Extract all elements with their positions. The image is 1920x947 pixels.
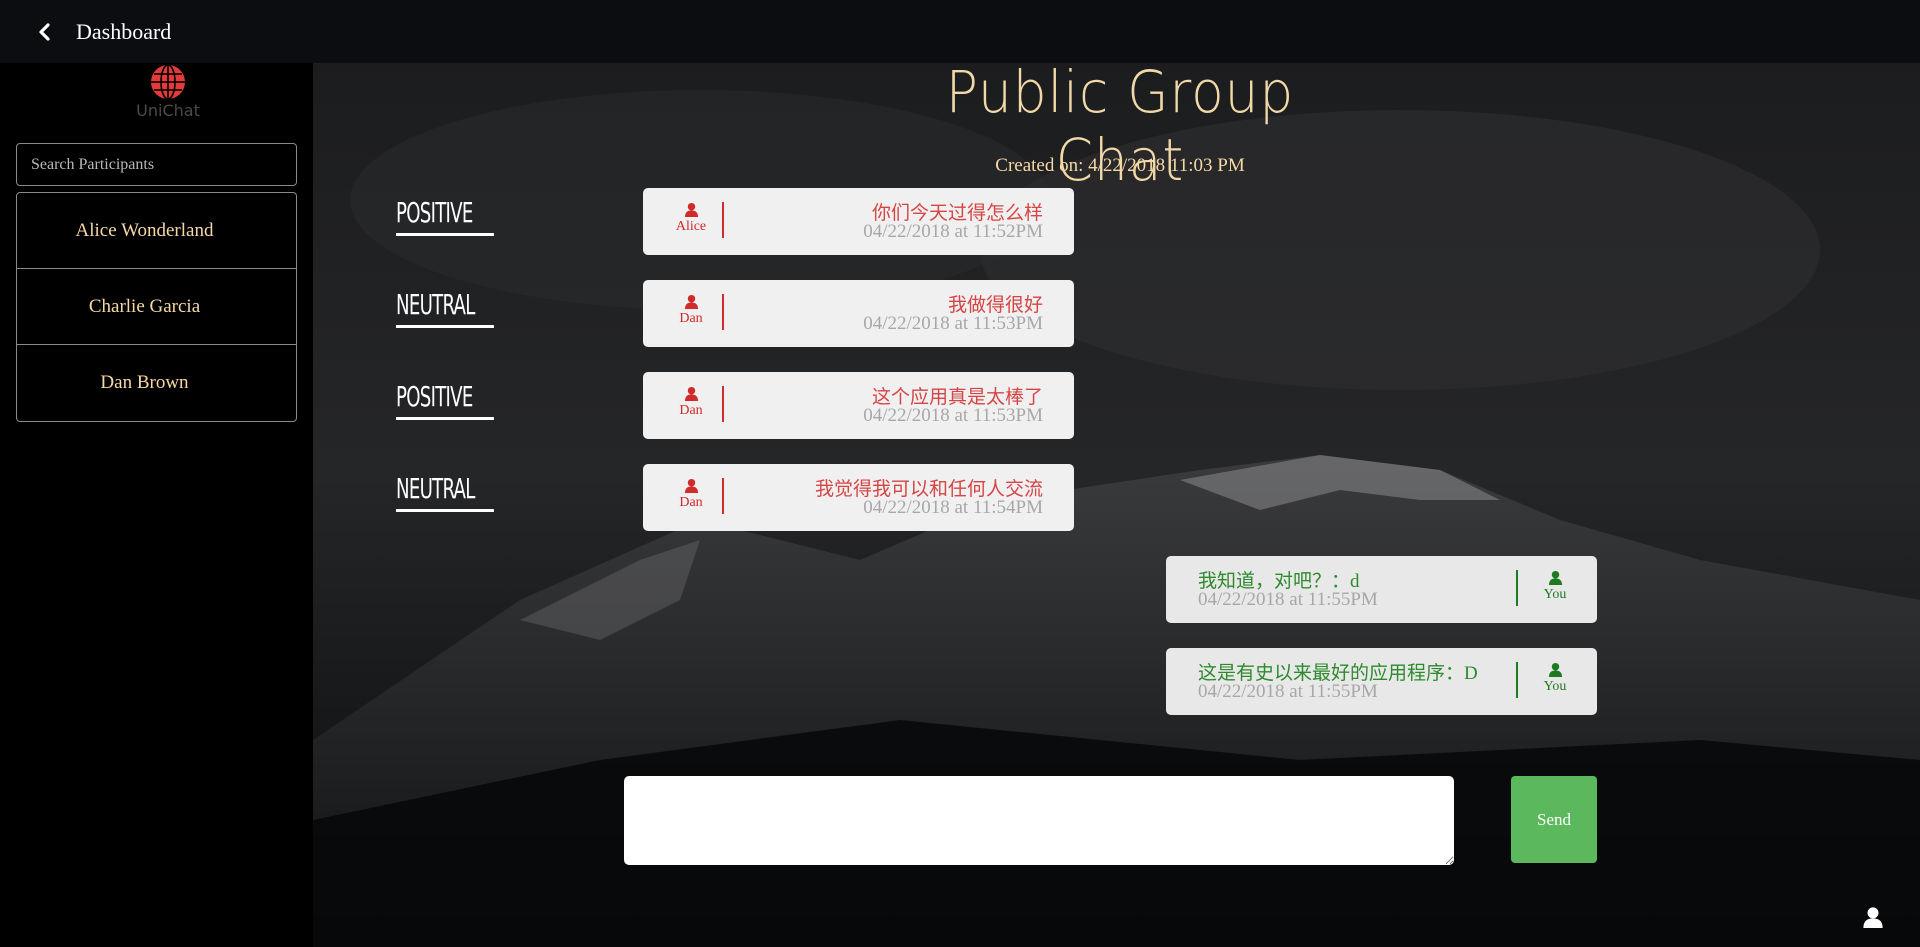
message-time: 04/22/2018 at 11:53PM <box>863 405 1043 426</box>
sender: Dan <box>671 386 711 419</box>
message-bubble-self: 这是有史以来最好的应用程序：D 04/22/2018 at 11:55PM Yo… <box>1166 648 1597 715</box>
search-participants-input[interactable] <box>16 143 297 186</box>
user-icon <box>684 386 698 401</box>
message-time: 04/22/2018 at 11:55PM <box>1198 681 1378 702</box>
top-bar: Dashboard <box>0 0 1920 63</box>
message-time: 04/22/2018 at 11:54PM <box>863 497 1043 518</box>
message-time: 04/22/2018 at 11:55PM <box>1198 589 1378 610</box>
message-time: 04/22/2018 at 11:52PM <box>863 221 1043 242</box>
user-icon <box>1548 662 1562 677</box>
sender: You <box>1535 570 1575 603</box>
user-icon <box>684 202 698 217</box>
message-bubble: Alice 你们今天过得怎么样 04/22/2018 at 11:52PM <box>643 188 1074 255</box>
send-button[interactable]: Send <box>1511 776 1597 863</box>
sender-name: Dan <box>679 403 703 418</box>
message-bubble: Dan 我觉得我可以和任何人交流 04/22/2018 at 11:54PM <box>643 464 1074 531</box>
message-divider <box>722 478 724 514</box>
sentiment-label: POSITIVE <box>396 377 494 420</box>
sender-name: Alice <box>675 219 707 234</box>
sender-name: You <box>1543 587 1567 602</box>
sender-name: Dan <box>679 311 703 326</box>
participant-list: Alice Wonderland Charlie Garcia Dan Brow… <box>16 192 297 422</box>
message-bubble-self: 我知道，对吧？：d 04/22/2018 at 11:55PM You <box>1166 556 1597 623</box>
participant-item[interactable]: Dan Brown <box>17 345 296 421</box>
sidebar: UniChat Alice Wonderland Charlie Garcia … <box>0 63 313 947</box>
user-icon <box>684 478 698 493</box>
back-label: Dashboard <box>76 18 172 44</box>
back-to-dashboard-button[interactable]: Dashboard <box>36 19 171 45</box>
created-date: Created on: 4/22/2018 11:03 PM <box>995 155 1245 176</box>
message-divider <box>722 294 724 330</box>
sender-name: You <box>1543 679 1567 694</box>
message-bubble: Dan 这个应用真是太棒了 04/22/2018 at 11:53PM <box>643 372 1074 439</box>
participant-item[interactable]: Alice Wonderland <box>17 193 296 269</box>
sender-name: Dan <box>679 495 703 510</box>
participant-item[interactable]: Charlie Garcia <box>17 269 296 345</box>
sender: Alice <box>671 202 711 235</box>
profile-user-icon[interactable] <box>1862 906 1884 928</box>
sender: You <box>1535 662 1575 695</box>
user-icon <box>1548 570 1562 585</box>
message-time: 04/22/2018 at 11:53PM <box>863 313 1043 334</box>
message-input[interactable] <box>624 776 1454 865</box>
sender: Dan <box>671 478 711 511</box>
logo-text: UniChat <box>136 101 200 120</box>
message-divider <box>722 386 724 422</box>
message-divider <box>1516 570 1518 606</box>
sentiment-label: NEUTRAL <box>396 285 494 328</box>
user-icon <box>684 294 698 309</box>
back-chevron-icon <box>39 22 50 41</box>
sentiment-label: POSITIVE <box>396 193 494 236</box>
message-bubble: Dan 我做得很好 04/22/2018 at 11:53PM <box>643 280 1074 347</box>
globe-icon <box>151 64 185 100</box>
sender: Dan <box>671 294 711 327</box>
message-divider <box>722 202 724 238</box>
message-divider <box>1516 662 1518 698</box>
sentiment-label: NEUTRAL <box>396 469 494 512</box>
